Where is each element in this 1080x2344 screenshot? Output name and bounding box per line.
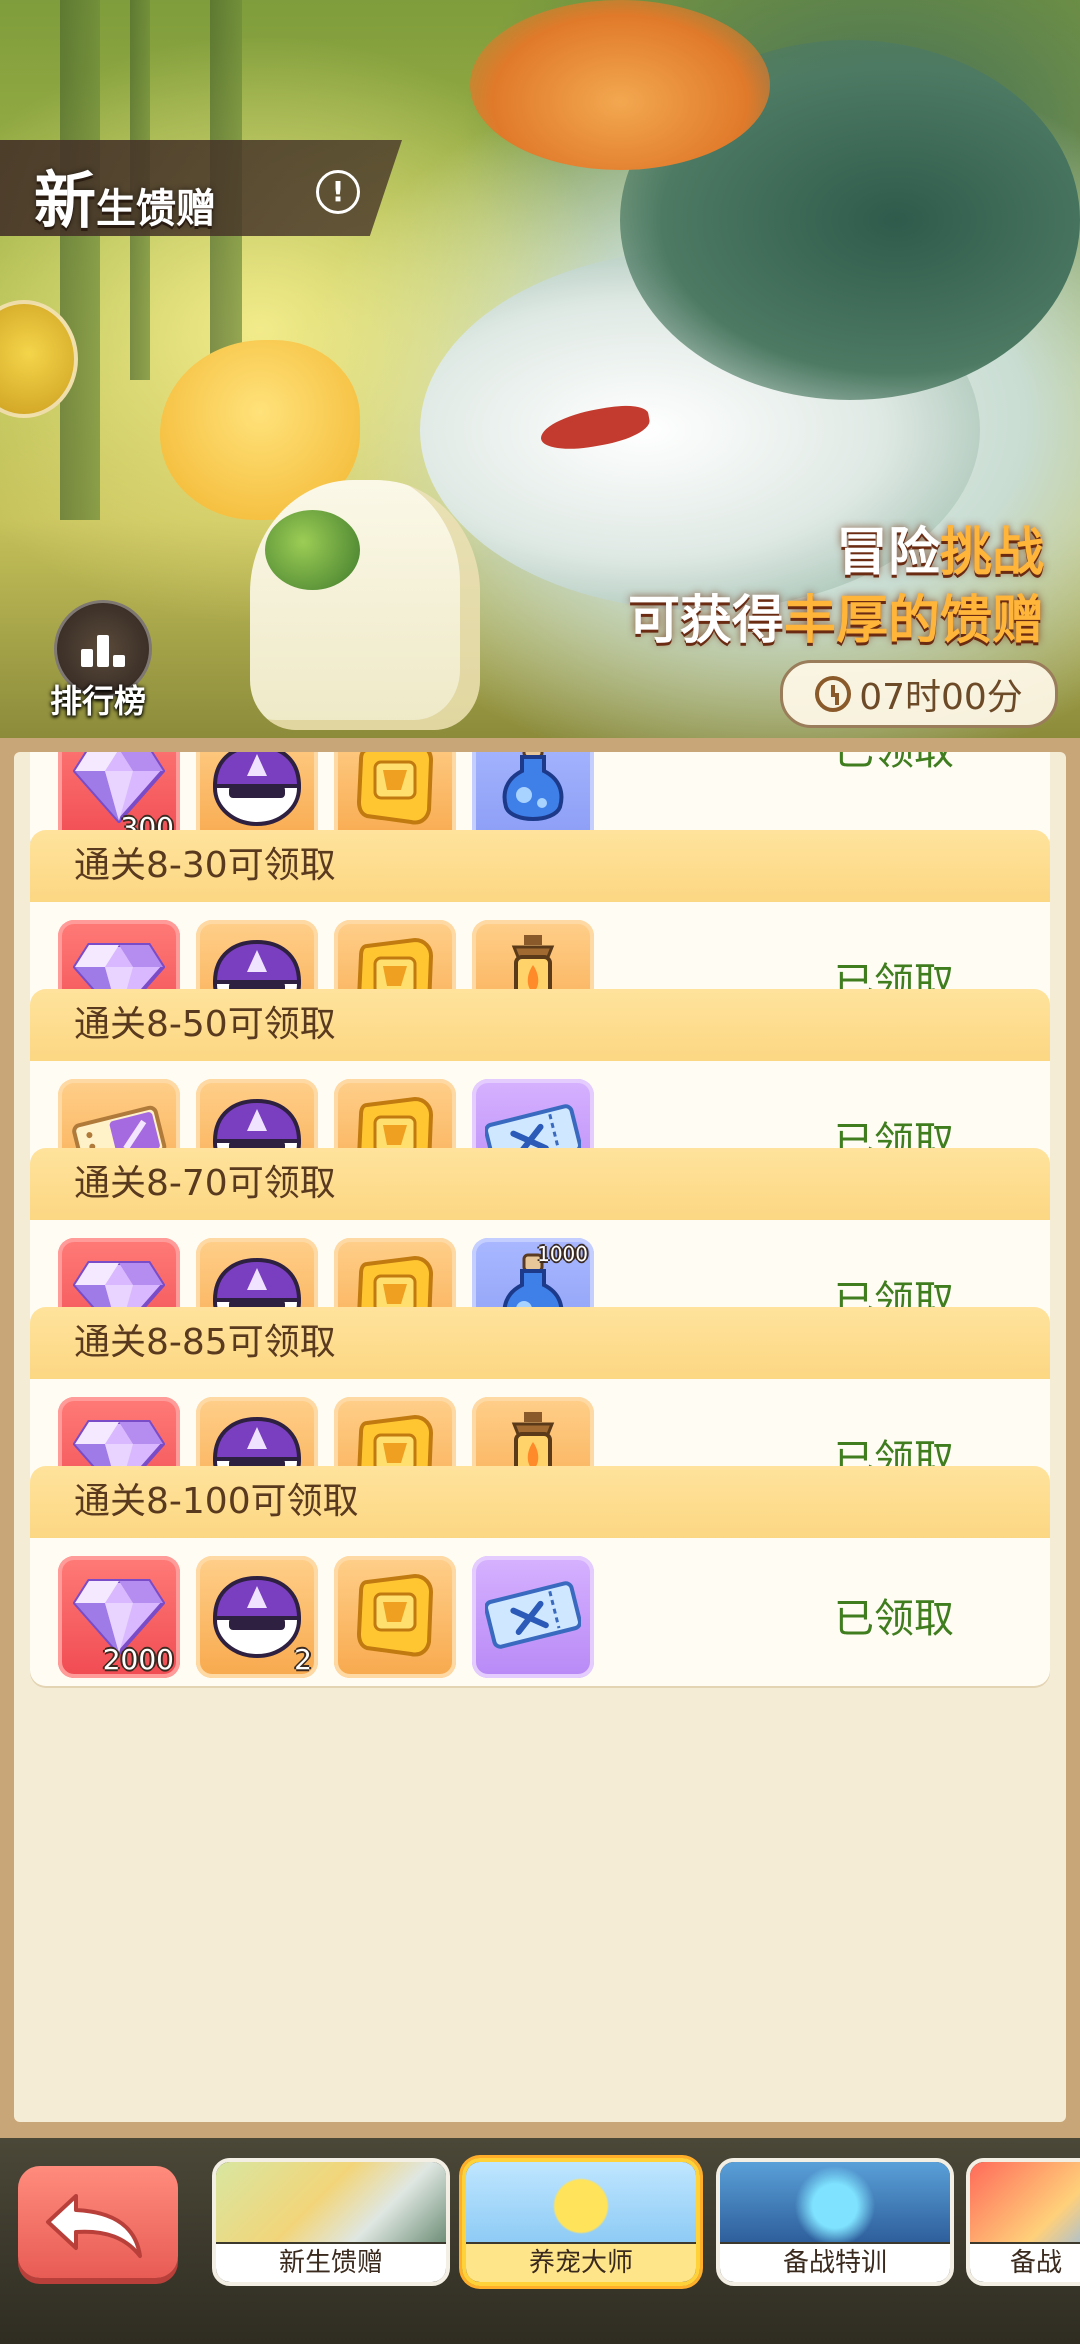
dragon-crest [470,0,770,170]
slogan-highlight: 挑战 [939,523,1044,583]
tab-newbie-gift[interactable]: 新生馈赠 [212,2158,450,2286]
slogan-text: 可获得 [627,591,784,651]
tab-combat-training[interactable]: 备战特训 [716,2158,954,2286]
info-icon[interactable]: ! [316,170,360,214]
tab-art [720,2162,950,2242]
title-rest: 生馈赠 [96,186,217,232]
back-button[interactable] [18,2166,178,2278]
item-quantity: 2000 [102,1643,174,1676]
leaderboard-icon [81,631,125,667]
pet-capsule-icon [209,1572,305,1662]
tab-label: 备战 [970,2244,1080,2282]
potion-icon [498,752,568,833]
slogan-line-1: 冒险挑战 [836,510,1044,585]
tab-pet-master[interactable]: 养宠大师 [462,2158,700,2286]
gift-icon [970,2162,1080,2242]
countdown-text: 07时00分 [859,677,1023,718]
back-arrow-icon [46,2194,142,2258]
item-quantity: 2 [294,1643,312,1676]
page-title: 新生馈赠 [34,150,216,240]
reward-item[interactable] [472,1556,594,1678]
reward-item[interactable]: 2 [196,1556,318,1678]
reward-panel[interactable]: 300已领取通关8-30可领取300已领取通关8-50可领取2002已领取通关8… [14,752,1066,2122]
battle-ticket-icon [484,1576,582,1658]
reward-items-row: 2000 2 已领取 [30,1538,1050,1678]
leaderboard-label[interactable]: 排行榜 [50,676,146,722]
item-quantity: 1000 [537,1242,588,1266]
claimed-status: 已领取 [834,1596,954,1642]
slogan-text: 冒险 [835,523,940,583]
green-bean [265,510,360,590]
tab-preparation[interactable]: 备战 [966,2158,1080,2286]
slogan-line-2: 可获得丰厚的馈赠 [628,578,1044,653]
reward-card: 通关8-100可领取 2000 2 已领取 [30,1466,1050,1686]
reward-condition: 通关8-100可领取 [30,1466,1050,1538]
title-big-char: 新 [34,164,97,237]
reward-condition: 通关8-70可领取 [30,1148,1050,1220]
tab-art [216,2162,446,2242]
reward-condition: 通关8-50可领取 [30,989,1050,1061]
tab-label: 备战特训 [720,2244,950,2282]
tree-trunk [60,0,100,520]
claimed-status: 已领取 [834,752,954,776]
alarm-clock-icon [815,676,852,712]
tab-label: 养宠大师 [466,2244,696,2282]
reward-condition: 通关8-30可领取 [30,830,1050,902]
reward-item[interactable]: 2000 [58,1556,180,1678]
countdown-timer: 07时00分 [780,660,1058,728]
tab-label: 新生馈赠 [216,2244,446,2282]
slogan-highlight: 丰厚的馈赠 [783,591,1044,651]
trophy-icon [466,2162,696,2242]
gold-card-icon [353,1572,437,1662]
pet-capsule-icon [209,752,305,830]
gold-card-icon [353,752,437,830]
reward-item[interactable] [334,1556,456,1678]
reward-condition: 通关8-85可领取 [30,1307,1050,1379]
